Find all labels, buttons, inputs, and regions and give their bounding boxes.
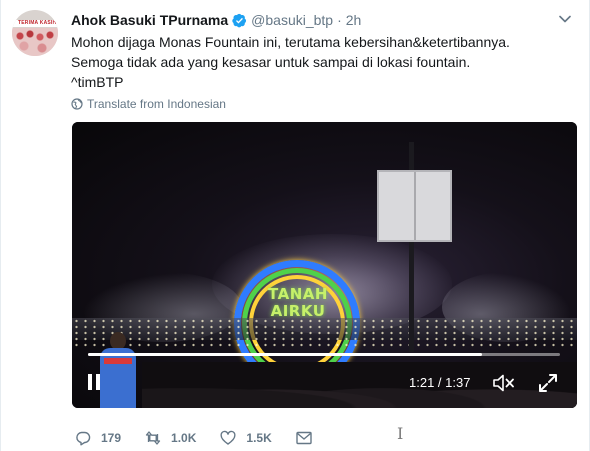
projected-text: TANAH AIRKU <box>252 286 344 320</box>
video-progress-fill <box>88 353 483 356</box>
retweet-icon <box>145 431 161 445</box>
retweet-button[interactable]: 1.0K <box>145 430 196 446</box>
author-name[interactable]: Ahok Basuki TPurnama <box>71 12 228 28</box>
author-handle[interactable]: @basuki_btp <box>251 12 333 28</box>
video-progress-bar[interactable] <box>88 353 560 356</box>
tweet-actions: 179 1.0K 1.5K <box>75 428 336 448</box>
tweet-text-line: Mohon dijaga Monas Fountain ini, terutam… <box>71 34 510 50</box>
mute-button[interactable] <box>492 371 516 395</box>
avatar[interactable]: TERIMA KASIH <box>12 10 58 56</box>
like-count: 1.5K <box>246 431 272 445</box>
tweet-timestamp[interactable]: 2h <box>346 12 362 28</box>
retweet-count: 1.0K <box>171 431 197 445</box>
translate-label[interactable]: Translate from Indonesian <box>87 97 226 111</box>
tweet-text-line: Semoga tidak ada yang kesasar untuk samp… <box>71 54 471 70</box>
pause-icon <box>88 374 100 390</box>
fullscreen-button[interactable] <box>536 371 560 395</box>
tweet-card[interactable]: TERIMA KASIH Ahok Basuki TPurnama @basuk… <box>0 0 590 451</box>
tweet-header: Ahok Basuki TPurnama @basuki_btp · 2h <box>71 11 361 29</box>
video-player[interactable]: TANAH AIRKU 1:21 / 1:37 <box>72 122 577 408</box>
speaker-divider <box>414 172 416 240</box>
mute-icon <box>493 374 514 392</box>
reply-button[interactable]: 179 <box>75 430 121 446</box>
avatar-banner-text: TERIMA KASIH <box>18 20 57 26</box>
header-separator: · <box>337 12 342 28</box>
pause-button[interactable] <box>82 370 106 394</box>
message-icon <box>296 431 312 445</box>
reply-count: 179 <box>101 431 122 445</box>
speaker-box <box>377 170 452 242</box>
like-icon <box>220 430 236 445</box>
caret-down-icon[interactable] <box>559 15 571 23</box>
translate-link[interactable]: Translate from Indonesian <box>71 96 226 112</box>
city-lights <box>72 318 577 348</box>
projected-text-line: TANAH <box>268 285 328 303</box>
avatar-photo <box>12 28 58 56</box>
text-cursor-icon: I <box>397 424 404 443</box>
tweet-text: Mohon dijaga Monas Fountain ini, terutam… <box>71 32 571 92</box>
fullscreen-icon <box>539 374 557 392</box>
globe-icon <box>71 98 83 110</box>
reply-icon <box>76 431 91 446</box>
direct-message-button[interactable] <box>296 431 312 445</box>
person-stripe <box>104 358 132 364</box>
tweet-text-line: ^timBTP <box>71 74 124 90</box>
verified-icon <box>232 13 247 27</box>
like-button[interactable]: 1.5K <box>220 430 272 446</box>
video-timecode: 1:21 / 1:37 <box>409 375 471 390</box>
avatar-banner: TERIMA KASIH <box>12 20 58 27</box>
